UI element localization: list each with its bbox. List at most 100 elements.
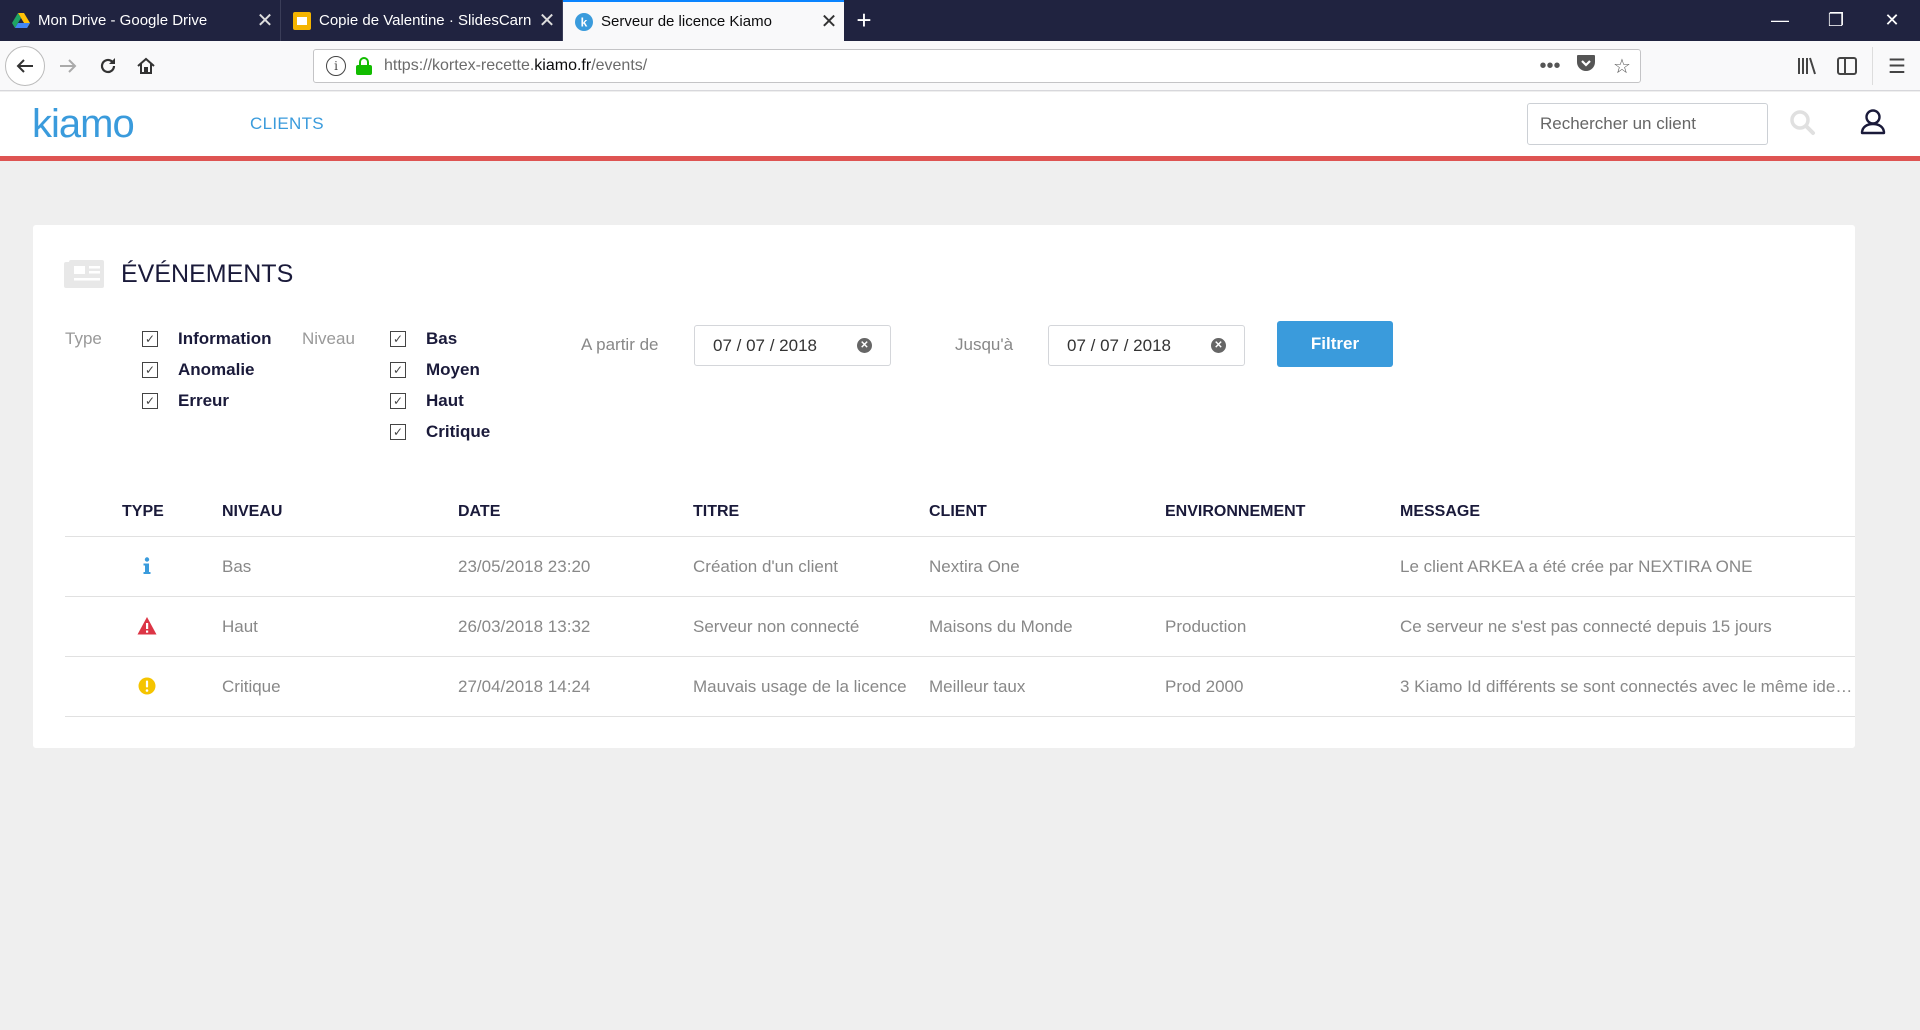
type-checkbox-erreur[interactable]: ✓ Erreur (142, 391, 229, 411)
url-bar[interactable]: i https://kortex-recette.kiamo.fr/events… (313, 49, 1641, 83)
close-window-button[interactable]: ✕ (1864, 0, 1920, 41)
app-header: kiamo CLIENTS (0, 92, 1920, 157)
info-icon[interactable]: i (326, 56, 346, 76)
home-button[interactable] (126, 46, 166, 86)
sidebar-button[interactable] (1830, 49, 1864, 83)
new-tab-button[interactable]: + (848, 0, 880, 41)
cell-environnement: Prod 2000 (1165, 677, 1244, 696)
column-header-environnement[interactable]: ENVIRONNEMENT (1165, 503, 1305, 521)
column-header-type[interactable]: TYPE (122, 503, 164, 521)
minimize-button[interactable]: — (1752, 0, 1808, 41)
clear-date-icon[interactable]: ✕ (857, 338, 872, 353)
bookmark-star-icon[interactable]: ☆ (1604, 54, 1640, 79)
search-button[interactable] (1788, 108, 1818, 138)
forward-button[interactable] (48, 46, 88, 86)
reload-button[interactable] (88, 46, 128, 86)
plus-icon: + (856, 5, 872, 35)
cell-niveau: Bas (222, 557, 252, 576)
restore-button[interactable]: ❐ (1808, 0, 1864, 41)
exclamation-circle-icon (138, 677, 156, 695)
checkbox-checked-icon[interactable]: ✓ (390, 362, 406, 378)
restore-icon: ❐ (1827, 10, 1845, 30)
warning-triangle-icon (137, 617, 157, 635)
to-date-input[interactable]: 07 / 07 / 2018 ✕ (1048, 325, 1245, 366)
google-drive-icon (12, 12, 30, 30)
svg-text:k: k (581, 15, 588, 29)
from-date-input[interactable]: 07 / 07 / 2018 ✕ (694, 325, 891, 366)
level-checkbox-critique[interactable]: ✓ Critique (390, 422, 490, 442)
level-checkbox-bas[interactable]: ✓ Bas (390, 329, 457, 349)
table-row[interactable]: Haut 26/03/2018 13:32 Serveur non connec… (65, 597, 1855, 657)
header-accent-border (0, 156, 1920, 161)
cell-client: Meilleur taux (929, 677, 1026, 696)
column-header-client[interactable]: CLIENT (929, 503, 987, 521)
from-date-label: A partir de (581, 335, 659, 354)
close-tab-icon[interactable]: ✕ (814, 9, 844, 34)
search-icon (1790, 110, 1815, 135)
tab-title: Mon Drive - Google Drive (38, 12, 208, 29)
table-row[interactable]: Bas 23/05/2018 23:20 Création d'un clien… (65, 537, 1855, 597)
filter-button[interactable]: Filtrer (1277, 321, 1393, 367)
cell-niveau: Critique (222, 677, 281, 696)
browser-tab-kiamo[interactable]: k Serveur de licence Kiamo ✕ (563, 0, 844, 41)
menu-button[interactable]: ☰ (1880, 49, 1914, 83)
browser-tab-google-drive[interactable]: Mon Drive - Google Drive ✕ (0, 0, 281, 41)
pocket-icon[interactable] (1568, 54, 1604, 78)
close-icon: ✕ (1884, 10, 1900, 30)
nav-link-clients[interactable]: CLIENTS (250, 114, 324, 134)
cell-message: Le client ARKEA a été crée par NEXTIRA O… (1400, 557, 1753, 576)
tab-title: Copie de Valentine · SlidesCarnival (319, 12, 532, 29)
reload-icon (100, 58, 116, 74)
cell-client: Maisons du Monde (929, 617, 1073, 636)
page-title: ÉVÉNEMENTS (121, 260, 294, 288)
checkbox-checked-icon[interactable]: ✓ (390, 331, 406, 347)
cell-message: 3 Kiamo Id différents se sont connectés … (1400, 677, 1855, 696)
minimize-icon: — (1771, 10, 1789, 30)
cell-date: 23/05/2018 23:20 (458, 557, 591, 576)
user-icon (1860, 109, 1886, 135)
tab-title: Serveur de licence Kiamo (601, 13, 772, 30)
column-header-date[interactable]: DATE (458, 503, 500, 521)
library-icon (1798, 57, 1816, 75)
level-checkbox-haut[interactable]: ✓ Haut (390, 391, 464, 411)
checkbox-checked-icon[interactable]: ✓ (142, 362, 158, 378)
browser-tab-strip: Mon Drive - Google Drive ✕ Copie de Vale… (0, 0, 1920, 41)
checkbox-checked-icon[interactable]: ✓ (142, 331, 158, 347)
type-checkbox-information[interactable]: ✓ Information (142, 329, 272, 349)
sidebar-icon (1837, 57, 1857, 75)
cell-titre: Création d'un client (693, 557, 838, 576)
library-button[interactable] (1790, 49, 1824, 83)
cell-environnement: Production (1165, 617, 1247, 636)
browser-toolbar: i https://kortex-recette.kiamo.fr/events… (0, 41, 1920, 91)
cell-date: 26/03/2018 13:32 (458, 617, 591, 636)
events-card: ÉVÉNEMENTS Type ✓ Information ✓ Anomalie… (33, 225, 1855, 748)
kiamo-logo[interactable]: kiamo (32, 102, 135, 147)
home-icon (137, 57, 155, 74)
type-checkbox-anomalie[interactable]: ✓ Anomalie (142, 360, 255, 380)
type-filter-label: Type (65, 329, 102, 348)
close-tab-icon[interactable]: ✕ (532, 8, 562, 33)
kiamo-k-icon: k (575, 12, 593, 31)
page-actions-icon[interactable]: ••• (1532, 55, 1568, 78)
browser-tab-slides[interactable]: Copie de Valentine · SlidesCarnival ✕ (281, 0, 563, 41)
close-tab-icon[interactable]: ✕ (250, 8, 280, 33)
arrow-left-icon (16, 59, 33, 73)
events-table: TYPE NIVEAU DATE TITRE CLIENT ENVIRONNEM… (65, 493, 1855, 717)
column-header-niveau[interactable]: NIVEAU (222, 503, 282, 521)
url-text[interactable]: https://kortex-recette.kiamo.fr/events/ (384, 57, 1532, 75)
cell-titre: Mauvais usage de la licence (693, 677, 907, 696)
table-row[interactable]: Critique 27/04/2018 14:24 Mauvais usage … (65, 657, 1855, 717)
column-header-message[interactable]: MESSAGE (1400, 503, 1480, 521)
checkbox-checked-icon[interactable]: ✓ (390, 424, 406, 440)
column-header-titre[interactable]: TITRE (693, 503, 739, 521)
level-checkbox-moyen[interactable]: ✓ Moyen (390, 360, 480, 380)
user-account-button[interactable] (1858, 107, 1888, 137)
lock-icon[interactable] (356, 57, 372, 75)
back-button[interactable] (5, 46, 45, 86)
checkbox-checked-icon[interactable]: ✓ (390, 393, 406, 409)
hamburger-icon: ☰ (1888, 55, 1906, 78)
clear-date-icon[interactable]: ✕ (1211, 338, 1226, 353)
client-search-input[interactable] (1527, 103, 1768, 145)
checkbox-checked-icon[interactable]: ✓ (142, 393, 158, 409)
info-icon (143, 557, 151, 574)
